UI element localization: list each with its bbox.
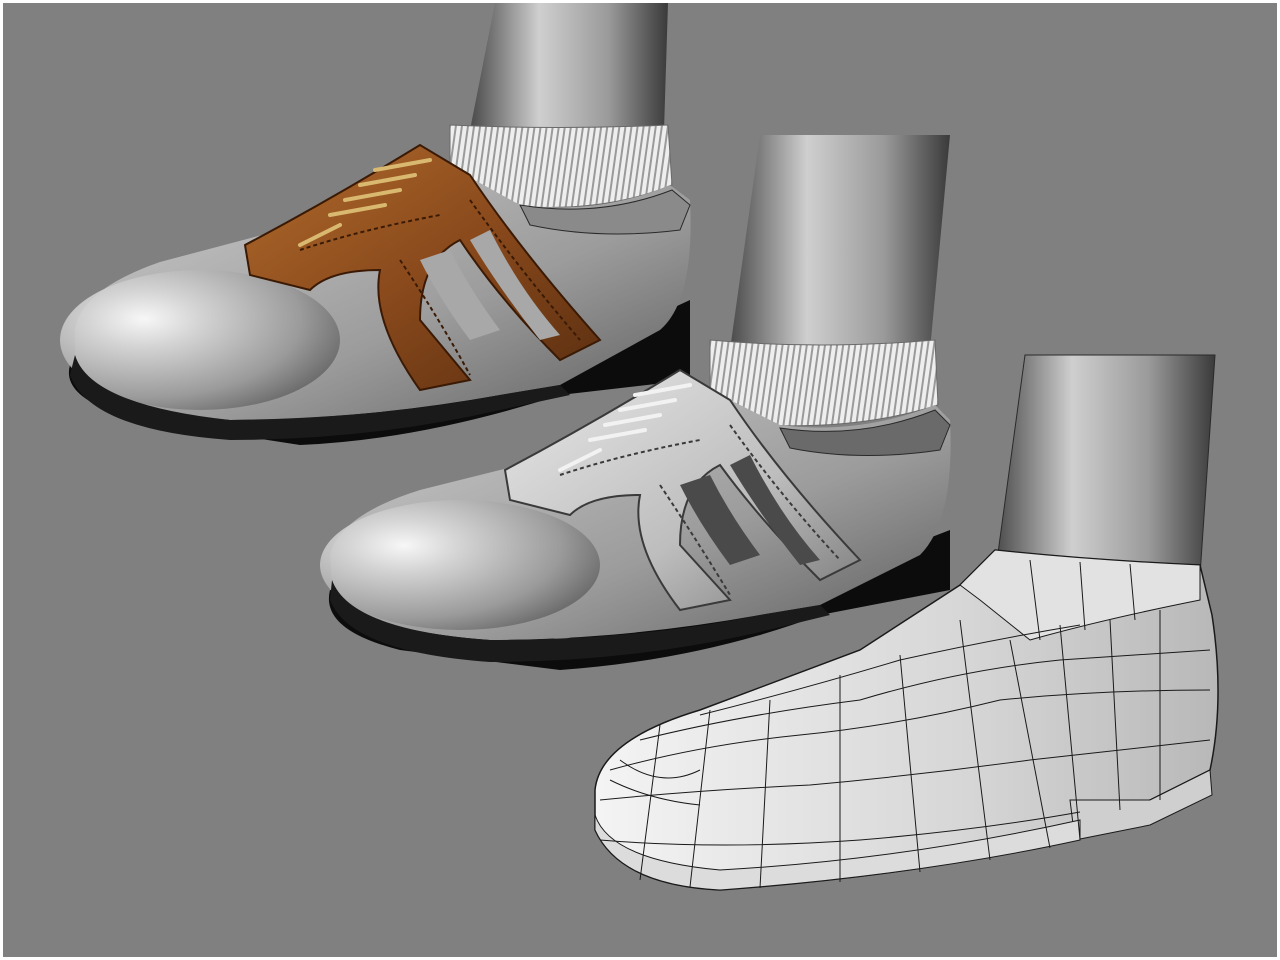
leg-1 <box>470 3 668 130</box>
toe-2 <box>320 500 600 630</box>
render-viewport <box>0 0 1280 960</box>
render-scene <box>0 0 1280 960</box>
leg-3 <box>994 354 1216 576</box>
leg-2 <box>730 135 950 350</box>
